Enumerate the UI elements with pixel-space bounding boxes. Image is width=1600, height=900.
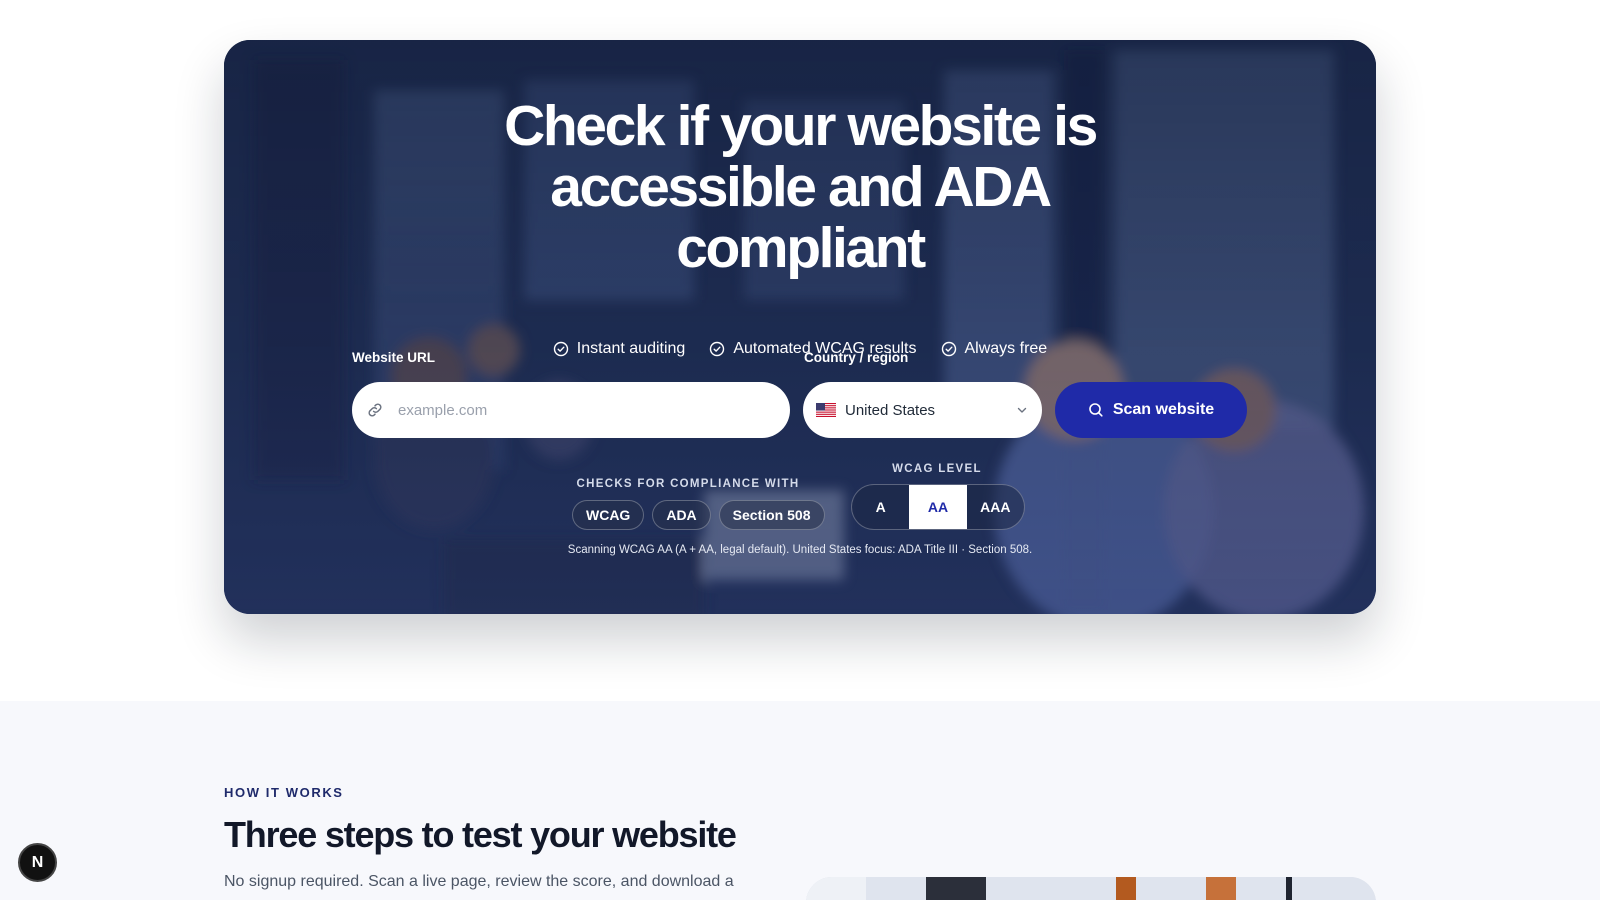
hero-title: Check if your website is accessible and … [224,96,1376,279]
n-badge[interactable]: N [18,843,57,882]
check-circle-icon [941,341,956,357]
wcag-level-aaa[interactable]: AAA [967,485,1024,529]
country-value: United States [845,401,936,419]
country-region-select[interactable]: United States [803,382,1042,438]
compliance-chip-list: WCAG ADA Section 508 [572,500,825,530]
check-circle-icon [553,341,568,357]
how-it-works-title: Three steps to test your website [224,814,737,855]
wcag-level-a[interactable]: A [852,485,909,529]
compliance-chip-wcag: WCAG [572,500,645,530]
hero-title-line: accessible and ADA [550,155,1052,219]
how-it-works-section: HOW IT WORKS Three steps to test your we… [0,701,1600,900]
search-icon [1089,403,1103,417]
feature-item: Always free [941,340,1048,358]
wcag-level-aa[interactable]: AA [909,485,967,529]
chevron-down-icon [1017,407,1027,413]
hero-card: Check if your website is accessible and … [224,40,1376,614]
hero-content: Check if your website is accessible and … [224,40,1376,614]
website-url-input[interactable] [398,401,758,419]
website-url-label: Website URL [352,350,436,365]
link-icon [368,403,382,417]
page: Check if your website is accessible and … [0,0,1600,900]
hero-title-line: compliant [676,216,926,280]
scan-website-button[interactable]: Scan website [1055,382,1247,438]
compliance-chip-section-508: Section 508 [718,500,825,530]
feature-item: Instant auditing [553,340,686,358]
scan-note: Scanning WCAG AA (A + AA, legal default)… [567,544,1033,556]
office-photo [806,877,1376,900]
compliance-chip-ada: ADA [652,500,711,530]
how-it-works-image [806,877,1376,900]
wcag-level-toggle: A AA AAA [851,484,1025,530]
how-it-works-description: No signup required. Scan a live page, re… [224,873,734,890]
feature-label: Always free [964,340,1048,357]
compliance-heading: CHECKS FOR COMPLIANCE WITH [576,478,800,490]
country-region-label: Country / region [804,350,909,365]
hero-title-line: Check if your website is [504,94,1098,158]
feature-label: Instant auditing [576,340,686,357]
wcag-level-heading: WCAG LEVEL [892,463,982,475]
us-flag-icon [816,403,836,417]
check-circle-icon [710,341,725,357]
scan-button-label: Scan website [1112,401,1215,418]
how-it-works-eyebrow: HOW IT WORKS [224,785,344,800]
website-url-field[interactable] [352,382,790,438]
